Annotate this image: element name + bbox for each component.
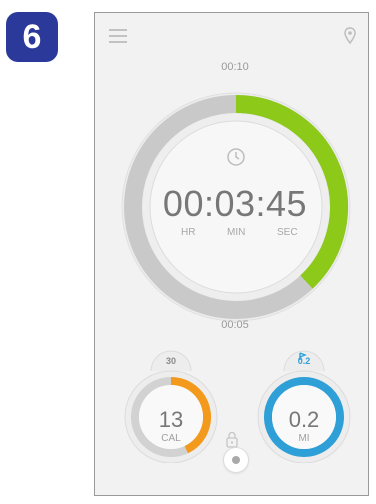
step-number-badge: 6 (6, 12, 58, 62)
home-button[interactable] (223, 447, 249, 473)
location-pin-icon[interactable] (344, 27, 356, 45)
menu-icon[interactable] (109, 29, 127, 43)
unit-sec: SEC (277, 227, 298, 238)
timer-display: 00:03:45 (162, 183, 308, 224)
home-button-dot (232, 456, 240, 464)
top-bar (95, 13, 368, 53)
unit-hr: HR (181, 227, 196, 238)
phone-screen: 00:10 00:03:45 HR MIN SEC 00:05 30 13 CA… (94, 12, 369, 496)
timer-bottom-label: 00:05 (221, 319, 249, 331)
calories-unit: CAL (161, 433, 181, 444)
calories-goal: 30 (165, 356, 176, 366)
unit-min: MIN (227, 227, 246, 238)
miles-value: 0.2 (288, 407, 320, 432)
calories-value: 13 (158, 407, 184, 432)
miles-unit: MI (298, 433, 310, 444)
miles-goal: 0.2 (297, 356, 311, 366)
